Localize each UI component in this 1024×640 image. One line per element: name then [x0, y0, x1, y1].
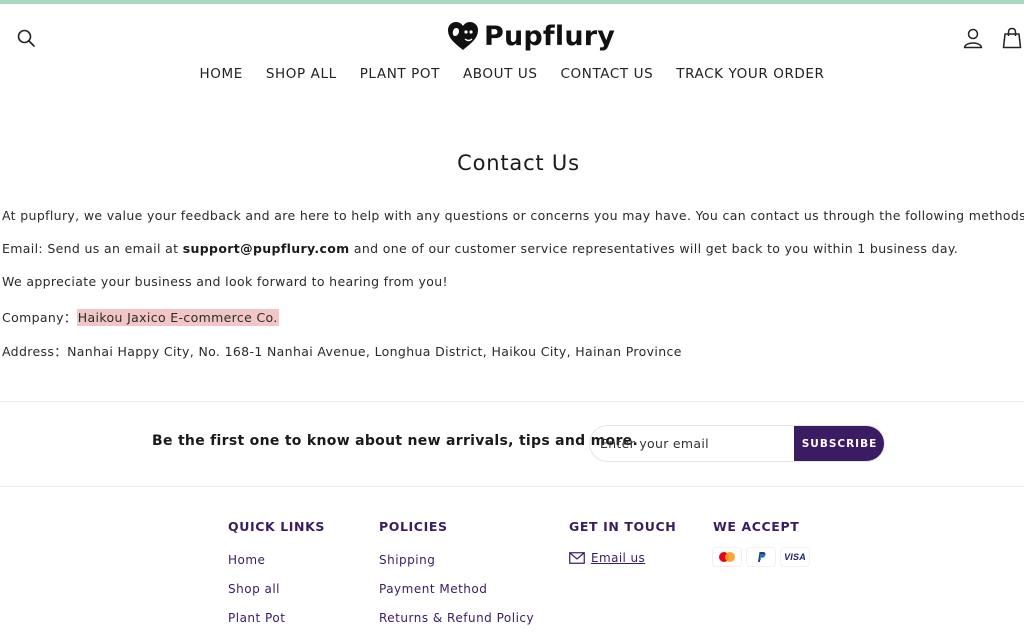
- footer-quick-links: QUICK LINKS Home Shop all Plant Pot: [228, 519, 325, 640]
- get-in-touch-heading: GET IN TOUCH: [569, 519, 677, 534]
- footer-link-returns-refund[interactable]: Returns & Refund Policy: [379, 611, 534, 627]
- newsletter-text: Be the first one to know about new arriv…: [152, 433, 639, 449]
- envelope-icon: [569, 552, 585, 564]
- email-suffix-text: and one of our customer service represen…: [349, 241, 959, 256]
- email-us-label: Email us: [591, 551, 646, 565]
- divider: [0, 401, 1024, 402]
- company-name: Haikou Jaxico E-commerce Co.: [76, 309, 279, 326]
- footer-policies: POLICIES Shipping Payment Method Returns…: [379, 519, 534, 640]
- email-paragraph: Email: Send us an email at support@pupfl…: [2, 241, 958, 256]
- mastercard-icon: [713, 548, 741, 566]
- paypal-icon: [747, 548, 775, 566]
- user-icon: [963, 28, 983, 49]
- nav-track-order[interactable]: TRACK YOUR ORDER: [676, 66, 824, 82]
- address-value: Nanhai Happy City, No. 168-1 Nanhai Aven…: [67, 344, 682, 359]
- cart-button[interactable]: [1000, 26, 1024, 50]
- visa-icon: VISA: [781, 548, 809, 566]
- top-accent-bar: [0, 0, 1024, 4]
- address-label: Address：: [2, 344, 68, 359]
- appreciation-paragraph: We appreciate your business and look for…: [2, 274, 448, 289]
- brand-logo[interactable]: Pupflury: [446, 18, 615, 54]
- footer-link-shop-all[interactable]: Shop all: [228, 582, 325, 598]
- shopping-bag-icon: [1002, 27, 1022, 49]
- subscribe-button[interactable]: SUBSCRIBE: [794, 426, 884, 461]
- footer-link-payment-method[interactable]: Payment Method: [379, 582, 534, 598]
- visa-label: VISA: [784, 552, 806, 562]
- company-paragraph: Company：Haikou Jaxico E-commerce Co.: [2, 307, 279, 326]
- footer-link-home[interactable]: Home: [228, 553, 325, 569]
- policies-heading: POLICIES: [379, 519, 448, 534]
- email-prefix-text: Email: Send us an email at: [2, 241, 183, 256]
- footer-link-shipping[interactable]: Shipping: [379, 553, 534, 569]
- address-paragraph: Address：Nanhai Happy City, No. 168-1 Nan…: [2, 341, 682, 360]
- email-us-link[interactable]: Email us: [569, 551, 676, 565]
- pup-heart-logo-icon: [448, 22, 478, 50]
- nav-contact-us[interactable]: CONTACT US: [561, 66, 654, 82]
- account-button[interactable]: [961, 26, 985, 50]
- nav-shop-all[interactable]: SHOP ALL: [266, 66, 337, 82]
- nav-home[interactable]: HOME: [199, 66, 242, 82]
- quick-links-heading: QUICK LINKS: [228, 519, 326, 534]
- we-accept-heading: WE ACCEPT: [713, 519, 800, 534]
- search-button[interactable]: [14, 26, 38, 50]
- newsletter-form: SUBSCRIBE: [589, 425, 885, 462]
- divider: [0, 486, 1024, 487]
- footer-we-accept: WE ACCEPT VISA: [713, 519, 809, 566]
- nav-about-us[interactable]: ABOUT US: [463, 66, 538, 82]
- nav-plant-pot[interactable]: PLANT POT: [360, 66, 440, 82]
- support-email-link[interactable]: support@pupflury.com: [183, 241, 350, 256]
- payment-methods: VISA: [713, 548, 809, 566]
- footer-get-in-touch: GET IN TOUCH Email us: [569, 519, 676, 565]
- main-navigation: HOME SHOP ALL PLANT POT ABOUT US CONTACT…: [0, 66, 1024, 82]
- footer-link-plant-pot[interactable]: Plant Pot: [228, 611, 325, 627]
- newsletter-email-input[interactable]: [590, 426, 794, 461]
- company-label: Company：: [2, 310, 77, 325]
- brand-name: Pupflury: [484, 20, 616, 52]
- intro-paragraph: At pupflury, we value your feedback and …: [2, 208, 1024, 223]
- page-title: Contact Us: [457, 151, 580, 175]
- search-icon: [17, 29, 35, 47]
